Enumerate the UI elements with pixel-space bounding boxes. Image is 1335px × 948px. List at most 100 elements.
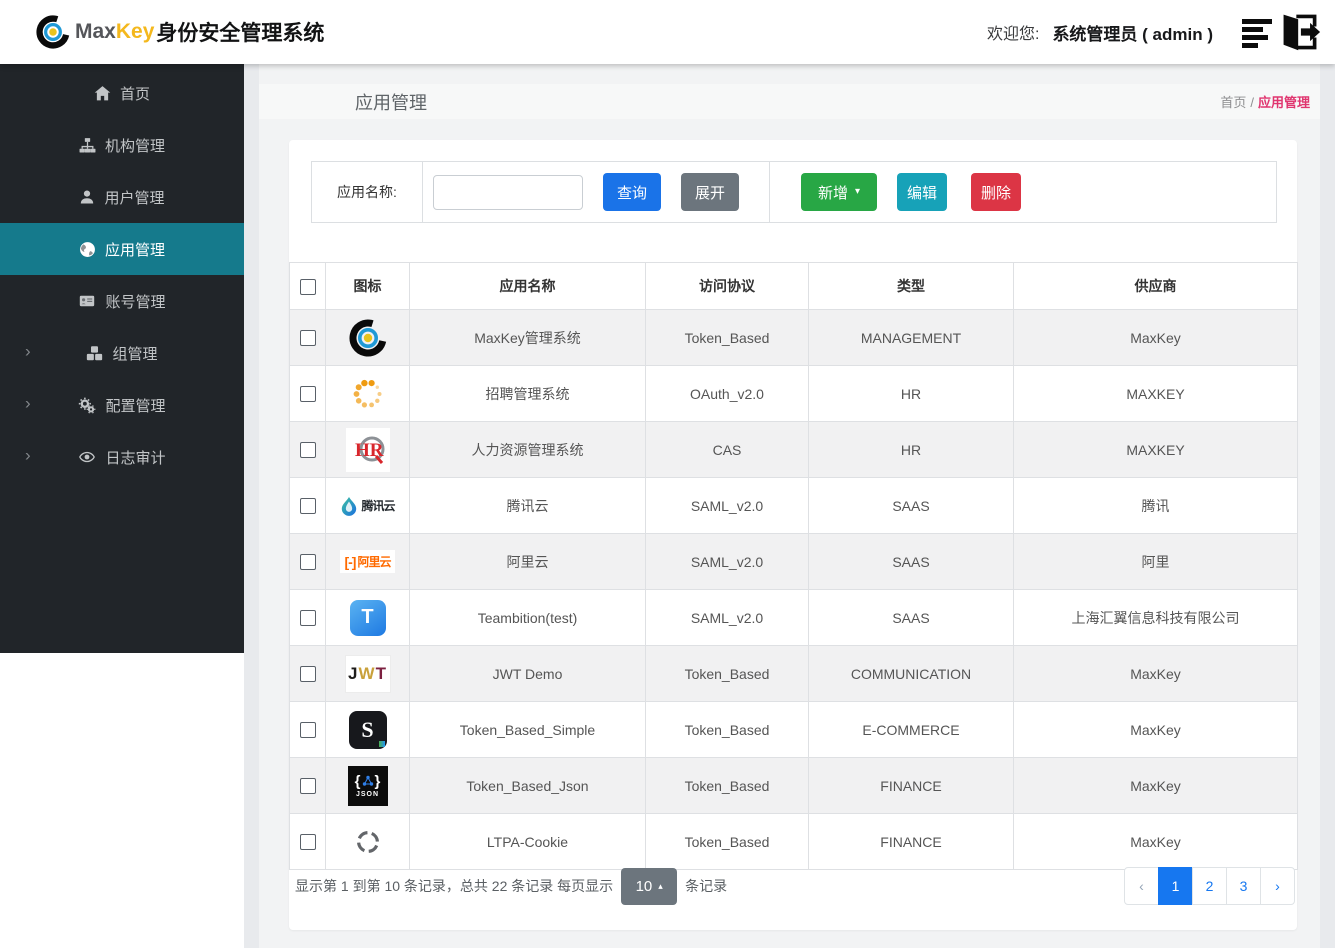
sidebar-item-account[interactable]: 账号管理: [0, 275, 244, 327]
pagination-summary-prefix: 显示第 1 到第 10 条记录，总共 22 条记录 每页显示: [295, 878, 614, 894]
sidebar-item-user[interactable]: 用户管理: [0, 171, 244, 223]
row-checkbox[interactable]: [299, 610, 316, 627]
table-row: S Token_Based_Simple Token_Based E-COMMERCE…: [289, 701, 1298, 758]
sidebar-item-home[interactable]: 首页: [0, 67, 244, 119]
search-label-cell: 应用名称:: [312, 162, 423, 222]
page-button-2[interactable]: 2: [1192, 867, 1227, 905]
query-button[interactable]: 查询: [603, 173, 661, 211]
row-checkbox[interactable]: [299, 498, 316, 515]
row-select-cell: [289, 477, 326, 534]
prev-page-button[interactable]: ‹: [1124, 867, 1159, 905]
globe-icon: [79, 241, 96, 258]
page-button-3[interactable]: 3: [1226, 867, 1261, 905]
gears-icon: [78, 397, 96, 414]
row-checkbox[interactable]: [299, 442, 316, 459]
app-name: Teambition(test): [409, 589, 646, 646]
brand-text-key: Key: [115, 20, 155, 43]
brand-text-suffix: 身份安全管理系统: [156, 22, 325, 45]
breadcrumb-home[interactable]: 首页: [1220, 95, 1246, 110]
row-checkbox[interactable]: [299, 666, 316, 683]
app-protocol: Token_Based: [645, 701, 809, 758]
row-select-cell: [289, 589, 326, 646]
scrollbar-track[interactable]: [1320, 64, 1335, 948]
table-header-row: 图标 应用名称 访问协议 类型 供应商: [289, 262, 1298, 310]
add-button-label: 新增: [817, 184, 848, 202]
row-icon-cell: T: [325, 589, 410, 646]
breadcrumb: 首页 / 应用管理: [1220, 92, 1310, 111]
caret-up-icon: ▴: [658, 880, 663, 891]
sidebar-item-group[interactable]: › 组管理: [0, 327, 244, 379]
chevron-right-icon: ›: [25, 341, 31, 361]
sidebar-item-audit[interactable]: › 日志审计: [0, 431, 244, 483]
crosshair-icon: [353, 827, 383, 857]
app-category: FINANCE: [808, 757, 1014, 814]
table-row: 腾讯云 腾讯云 SAML_v2.0 SAAS 腾讯: [289, 477, 1298, 534]
content-card: 应用名称: 查询 展开 新增 ▾ 编辑 删除 图标 应用名称 访问协议 类型 供…: [289, 140, 1298, 930]
app-protocol: Token_Based: [645, 645, 809, 702]
row-icon-cell: JWT: [325, 645, 410, 702]
row-checkbox[interactable]: [299, 834, 316, 851]
welcome-label: 欢迎您:: [986, 26, 1040, 43]
table-row: [-] 阿里云 阿里云 SAML_v2.0 SAAS 阿里: [289, 533, 1298, 590]
row-select-cell: [289, 309, 326, 366]
list-icon[interactable]: [1242, 16, 1272, 48]
hr-logo-icon: HR: [345, 427, 390, 472]
row-checkbox[interactable]: [299, 778, 316, 795]
sidebar-item-label: 应用管理: [104, 241, 165, 259]
app-protocol: Token_Based: [645, 309, 809, 366]
search-label: 应用名称:: [337, 184, 397, 200]
expand-button[interactable]: 展开: [681, 173, 739, 211]
teambition-icon: T: [349, 599, 386, 636]
row-icon-cell: 腾讯云: [325, 477, 410, 534]
table-row: {} JSON Token_Based_Json Token_Based FINANCE…: [289, 757, 1298, 814]
tencent-cloud-icon: 腾讯云: [340, 496, 396, 516]
logout-icon[interactable]: [1279, 12, 1321, 52]
sidebar-item-label: 机构管理: [104, 137, 165, 155]
page-size-value: 10: [635, 877, 653, 895]
row-select-cell: [289, 533, 326, 590]
page-button-1[interactable]: 1: [1158, 867, 1193, 905]
maxkey-logo-icon: [36, 15, 70, 49]
row-checkbox[interactable]: [299, 386, 316, 403]
app-category: SAAS: [808, 477, 1014, 534]
delete-button[interactable]: 删除: [971, 173, 1021, 211]
brand-logo: Max Key 身份安全管理系统: [36, 0, 324, 64]
sidebar-item-label: 配置管理: [105, 397, 166, 415]
sidebar-item-config[interactable]: › 配置管理: [0, 379, 244, 431]
row-checkbox[interactable]: [299, 554, 316, 571]
sidebar-item-org[interactable]: 机构管理: [0, 119, 244, 171]
app-name: Token_Based_Simple: [409, 701, 646, 758]
select-all-checkbox[interactable]: [299, 278, 316, 295]
jwt-logo-icon: JWT: [344, 654, 391, 693]
eye-icon: [78, 449, 96, 465]
app-vendor: MaxKey: [1013, 757, 1298, 814]
app-category: HR: [808, 421, 1014, 478]
sidebar: 首页 机构管理 用户管理 应用管理 账号管理 › 组管理 › 配置管理 › 日志审计: [0, 64, 244, 653]
maxkey-logo-icon: [349, 319, 387, 357]
row-icon-cell: S: [325, 701, 410, 758]
app-category: COMMUNICATION: [808, 645, 1014, 702]
next-page-button[interactable]: ›: [1260, 867, 1295, 905]
row-checkbox[interactable]: [299, 330, 316, 347]
app-name: 招聘管理系统: [409, 365, 646, 422]
row-select-cell: [289, 645, 326, 702]
app-name: 阿里云: [409, 533, 646, 590]
breadcrumb-current: 应用管理: [1257, 95, 1310, 110]
add-button[interactable]: 新增 ▾: [801, 173, 877, 211]
app-name: 腾讯云: [409, 477, 646, 534]
sidebar-item-app[interactable]: 应用管理: [0, 223, 244, 275]
app-name: JWT Demo: [409, 645, 646, 702]
app-name: MaxKey管理系统: [409, 309, 646, 366]
pagination-summary: 显示第 1 到第 10 条记录，总共 22 条记录 每页显示 10 ▴ 条记录: [295, 867, 727, 905]
s-letter-tile-icon: S: [348, 710, 387, 749]
app-vendor: MaxKey: [1013, 701, 1298, 758]
app-protocol: Token_Based: [645, 757, 809, 814]
edit-button[interactable]: 编辑: [897, 173, 947, 211]
toolbar-divider: [769, 162, 770, 222]
row-checkbox[interactable]: [299, 722, 316, 739]
page-header: 应用管理 首页 / 应用管理: [259, 84, 1320, 119]
user-icon: [79, 189, 95, 205]
app-category: E-COMMERCE: [808, 701, 1014, 758]
app-name-input[interactable]: [433, 174, 583, 210]
page-size-dropdown[interactable]: 10 ▴: [621, 867, 678, 905]
